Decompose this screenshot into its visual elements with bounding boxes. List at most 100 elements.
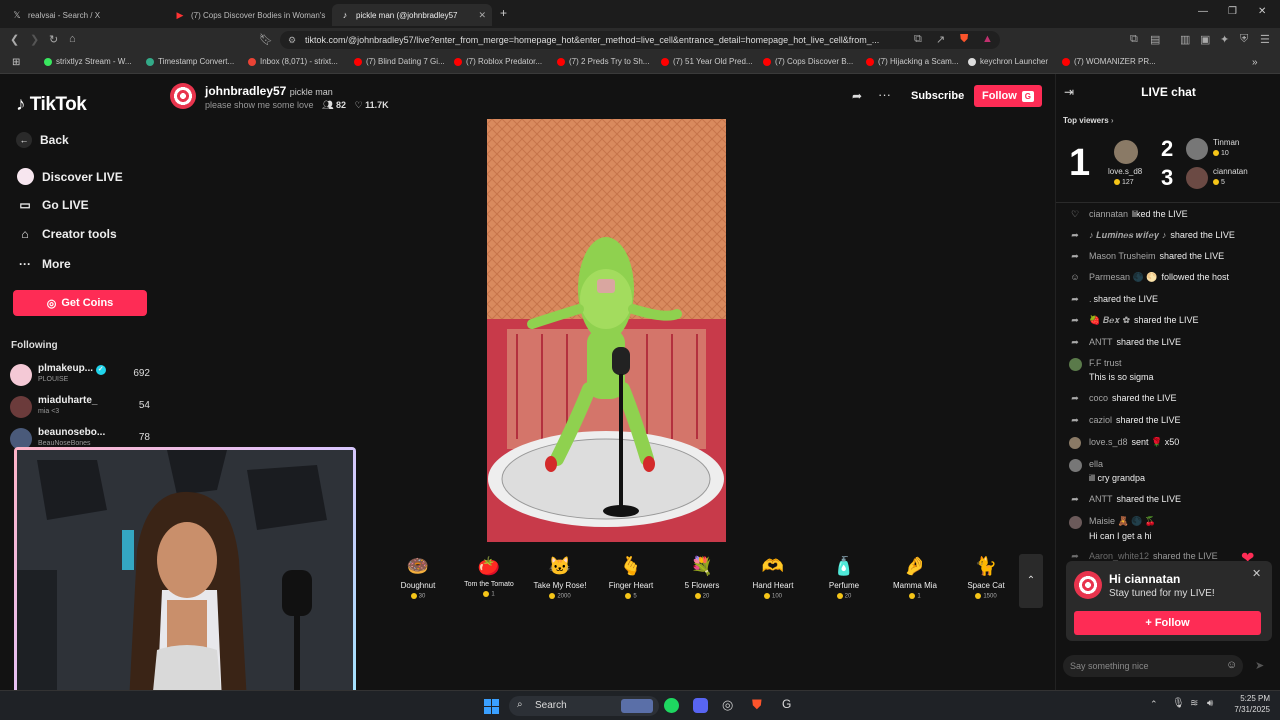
windows-start-icon[interactable] (484, 699, 499, 714)
chat-user[interactable]: F.F trust (1089, 358, 1274, 368)
nav-go-live[interactable]: ▭ Go LIVE (16, 198, 88, 212)
leo-icon[interactable]: ✦ (1220, 33, 1229, 46)
get-coins-button[interactable]: ◎ Get Coins (13, 290, 147, 316)
bookmark-item[interactable]: (7) 51 Year Old Pred... (661, 57, 753, 66)
avatar[interactable] (1069, 516, 1082, 529)
more-options-icon[interactable]: ··· (878, 87, 891, 102)
clock[interactable]: 5:25 PM 7/31/2025 (1228, 694, 1270, 714)
host-name-row[interactable]: johnbradley57 pickle man (205, 84, 333, 98)
forward-arrow-icon[interactable]: ❯ (30, 33, 39, 46)
host-username[interactable]: johnbradley57 (205, 84, 286, 98)
site-info-icon[interactable]: ⚙ (288, 31, 296, 49)
close-tab-icon[interactable]: ✕ (478, 10, 486, 21)
chat-user[interactable]: Mason Trusheim (1089, 251, 1156, 261)
avatar[interactable] (1114, 140, 1138, 164)
close-window-icon[interactable]: ✕ (1258, 6, 1266, 17)
more-bookmarks-icon[interactable]: » (1252, 57, 1258, 68)
back-arrow-icon[interactable]: ❮ (10, 33, 19, 46)
gift-item[interactable]: 🐱 Take My Rose! 2000 (525, 554, 595, 600)
extensions-icon[interactable]: ⧉ (1130, 33, 1138, 46)
reload-icon[interactable]: ↻ (49, 33, 58, 46)
chat-user[interactable]: love.s_d8 (1089, 437, 1128, 447)
microphone-icon[interactable]: 🎙︎ (1172, 698, 1185, 709)
expand-gifts-icon[interactable]: ⌃ (1019, 554, 1043, 608)
chat-input[interactable]: Say something nice ☺ (1063, 655, 1243, 677)
avatar[interactable] (1186, 138, 1208, 160)
following-item[interactable]: plmakeup... ✓ PLOUISE 692 (10, 360, 150, 388)
chat-user[interactable]: Aaron_white12 (1089, 551, 1149, 561)
wifi-icon[interactable]: ≋ (1190, 698, 1198, 709)
host-avatar[interactable] (170, 83, 196, 109)
bookmark-item[interactable]: (7) Cops Discover B... (763, 57, 853, 66)
bookmark-item[interactable]: (7) Roblox Predator... (454, 57, 542, 66)
bookmark-item[interactable]: strixtlyz Stream - W... (44, 57, 132, 66)
spotify-icon[interactable] (664, 698, 679, 713)
gift-item[interactable]: 🍅 Tom the Tomato 1 (454, 554, 524, 598)
taskbar-search[interactable]: ⌕ Search (509, 696, 659, 716)
discord-icon[interactable] (693, 698, 708, 713)
avatar[interactable] (1069, 358, 1082, 371)
new-tab-icon[interactable]: + (500, 6, 507, 20)
menu-icon[interactable]: ☰ (1260, 33, 1270, 46)
browser-tab[interactable]: 𝕏 realvsai - Search / X (4, 4, 164, 26)
brave-shield-icon[interactable]: ⛊ (960, 33, 968, 46)
chat-user[interactable]: ♪ 𝑳𝒖𝒎𝒊𝒏𝒆𝒔 𝒘𝒊𝒇𝒆𝒚 ♪ (1089, 230, 1166, 241)
vpn-icon[interactable]: ⛨ (1240, 33, 1248, 46)
follow-button[interactable]: Follow G (974, 85, 1042, 107)
avatar[interactable] (1186, 167, 1208, 189)
bookmark-item[interactable]: Timestamp Convert... (146, 57, 234, 66)
gift-item[interactable]: 🐈 Space Cat 1500 (951, 554, 1021, 600)
gift-item[interactable]: 🫰 Finger Heart 5 (596, 554, 666, 600)
bookmark-item[interactable]: keychron Launcher (968, 57, 1048, 66)
chat-user[interactable]: coco (1089, 393, 1108, 403)
restore-icon[interactable]: ❐ (1228, 6, 1237, 17)
browser-tab-active[interactable]: ♪ pickle man (@johnbradley57 ✕ (332, 4, 492, 26)
emoji-icon[interactable]: ☺ (1226, 659, 1237, 671)
avatar[interactable] (1069, 459, 1082, 472)
split-view-icon[interactable]: ▥ (1180, 33, 1190, 46)
gift-item[interactable]: 💐 5 Flowers 20 (667, 554, 737, 600)
chat-user[interactable]: ANTT (1089, 494, 1113, 504)
send-icon[interactable]: ➤ (1255, 659, 1264, 672)
chat-user[interactable]: ciannatan (1089, 209, 1128, 219)
wallet-icon[interactable]: ▣ (1200, 33, 1210, 46)
tray-chevron-icon[interactable]: ⌃ (1150, 699, 1158, 710)
subscribe-button[interactable]: Subscribe (911, 90, 964, 102)
chat-user[interactable]: caziol (1089, 415, 1112, 425)
popup-follow-button[interactable]: + Follow (1074, 611, 1261, 635)
chat-user[interactable]: ella (1089, 459, 1274, 469)
nav-more[interactable]: ··· More (16, 257, 71, 271)
top-viewers-link[interactable]: Top viewers › (1063, 116, 1114, 125)
gift-item[interactable]: 🤌 Mamma Mia 1 (880, 554, 950, 600)
bookmark-item[interactable]: (7) Blind Dating 7 Gi... (354, 57, 445, 66)
nav-discover-live[interactable]: Discover LIVE (16, 168, 123, 185)
nav-creator-tools[interactable]: ⌂ Creator tools (16, 227, 116, 241)
share-icon[interactable]: ➦ (852, 89, 862, 103)
apps-grid-icon[interactable]: ⊞ (12, 57, 20, 68)
url-field[interactable]: ⚙ tiktok.com/@johnbradley57/live?enter_f… (280, 31, 1000, 49)
gift-item[interactable]: 🍩 Doughnut 30 (383, 554, 453, 600)
tiktok-logo[interactable]: ♪ TikTok (16, 94, 87, 116)
minimize-icon[interactable]: — (1198, 6, 1208, 17)
home-icon[interactable]: ⌂ (69, 33, 76, 45)
bookmark-icon[interactable]: 🔖︎ (259, 33, 273, 46)
rewards-icon[interactable]: ▲ (982, 33, 993, 45)
gift-item[interactable]: 🧴 Perfume 20 (809, 554, 879, 600)
following-item[interactable]: miaduharte_ mia <3 54 (10, 392, 150, 420)
bookmark-item[interactable]: (7) 2 Preds Try to Sh... (557, 57, 649, 66)
live-video[interactable] (487, 119, 726, 542)
obs-icon[interactable]: ◎ (722, 697, 733, 713)
gift-item[interactable]: 🫶 Hand Heart 100 (738, 554, 808, 600)
browser-tab[interactable]: ▶ (7) Cops Discover Bodies in Woman's (167, 4, 329, 26)
nav-back[interactable]: ← Back (16, 132, 69, 148)
brave-icon[interactable]: ⛊ (752, 697, 762, 713)
app-g-icon[interactable]: G (782, 697, 791, 711)
chat-user[interactable]: Parmesan 🌑 🌕 (1089, 272, 1157, 283)
chat-user[interactable]: ANTT (1089, 337, 1113, 347)
avatar[interactable] (1069, 437, 1081, 449)
bookmark-item[interactable]: (7) WOMANIZER PR... (1062, 57, 1156, 66)
extension-icon[interactable]: ⧉ (914, 33, 922, 46)
bookmark-item[interactable]: (7) Hijacking a Scam... (866, 57, 958, 66)
close-popup-icon[interactable]: ✕ (1252, 567, 1261, 580)
chat-user[interactable]: 🍓 𝑩𝒆𝒙 ✿ (1089, 315, 1130, 326)
